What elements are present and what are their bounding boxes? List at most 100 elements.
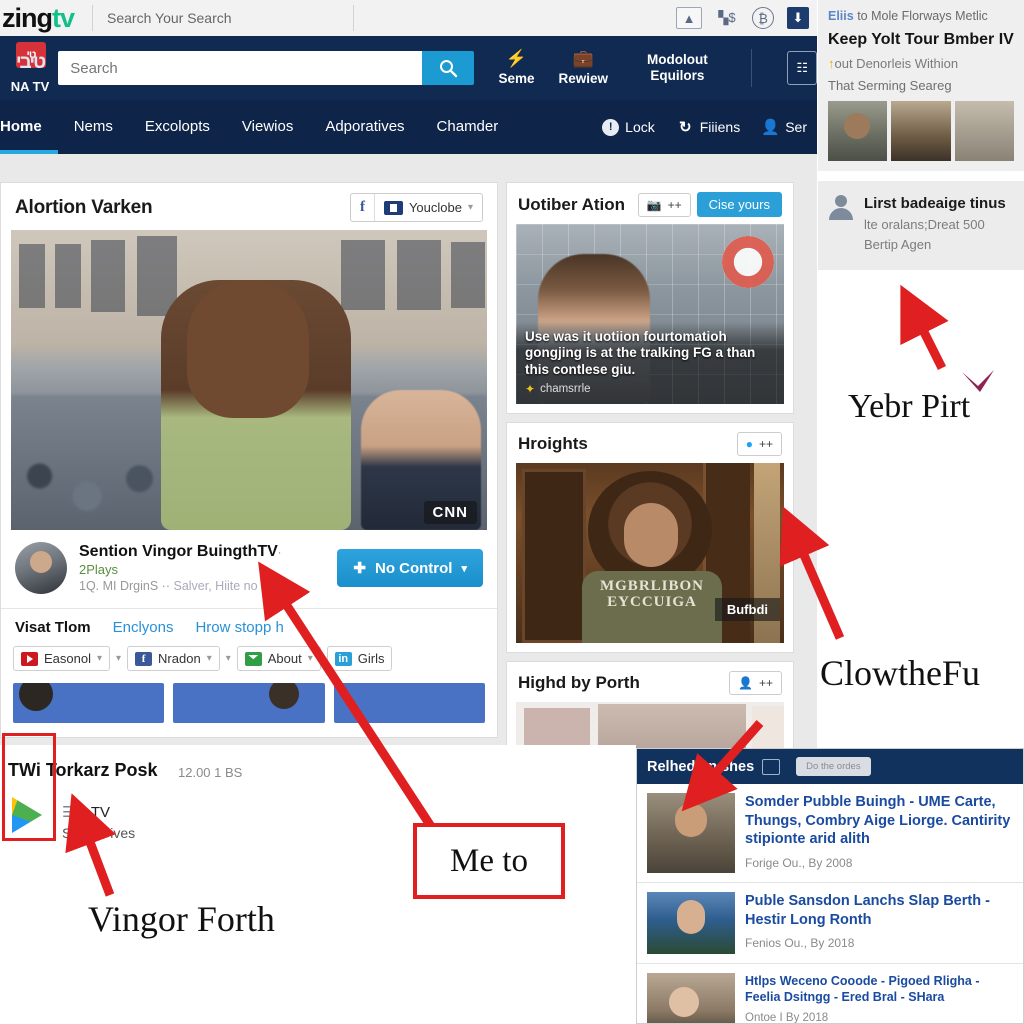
card-uotiber-ation: Uotiber Ation 📷 ++ Cise yours Use was it… [506, 182, 794, 414]
tab-hrow-stopp[interactable]: Hrow stopp h [195, 619, 283, 636]
news-title[interactable]: Puble Sansdon Lanchs Slap Berth - Hestir… [745, 892, 1013, 929]
news-item[interactable]: Somder Pubble Buingh - UME Carte, Thungs… [637, 784, 1023, 883]
camera-icon: 📷 [646, 197, 662, 212]
channel-meta-sep: ·· [161, 579, 170, 593]
card-image[interactable]: MGBRLIBON EYCCUIGA Bufbdi [516, 463, 784, 643]
news-panel-title: Relhedion shes [647, 758, 755, 775]
card-title: Hroights [518, 434, 588, 453]
youclobe-button[interactable]: Youclobe ▾ [375, 194, 482, 221]
news-meta: Fenios Ou., By 2018 [745, 936, 855, 951]
shirt-text-1: MGBRLIBON [599, 578, 704, 594]
cta-button[interactable]: Cise yours [696, 192, 782, 217]
nav-right-ser[interactable]: 👤 Ser [761, 119, 807, 136]
channel-name[interactable]: Sention Vingor BuingthTV· [79, 543, 325, 561]
channel-meta-text: 1Q. MI DrginS [79, 579, 159, 593]
header-action-seme[interactable]: ⚡ Seme [498, 49, 534, 86]
camera-share-button[interactable]: 📷 ++ [637, 192, 691, 217]
annotation-label-vingor-forth: Vingor Forth [88, 899, 275, 939]
share-chip-easonol[interactable]: Easonol ▾ [13, 646, 111, 671]
card-header: Highd by Porth 👤 ++ [507, 662, 793, 702]
main-video-card: Alortion Varken f Youclobe ▾ CNN Sention… [0, 182, 498, 738]
related-thumb[interactable] [333, 683, 485, 723]
tab-enclyons[interactable]: Enclyons [113, 619, 174, 636]
rail-account-title: Lirst badeaige tinus [864, 195, 1006, 213]
chart-icon[interactable]: ▚$ [715, 8, 739, 28]
rail-title: Keep Yolt Tour Bmber IV [828, 31, 1014, 48]
subscribe-label: No Control [374, 559, 453, 577]
news-title[interactable]: Somder Pubble Buingh - UME Carte, Thungs… [745, 793, 1013, 849]
nav-right-group: ! Lock ↻ Fiiiens 👤 Ser [602, 118, 817, 136]
news-panel-pill[interactable]: Do the ordes [796, 757, 871, 776]
avatar[interactable] [15, 542, 67, 594]
header-action-rewiew[interactable]: 💼 Rewiew [559, 49, 609, 86]
google-play-icon[interactable] [12, 797, 42, 833]
screenshot-root: zingtv Search Your Search ▲ ▚$ ₿ ⬇ טי טי… [0, 0, 1024, 1024]
rail-thumb-row [828, 101, 1014, 162]
share-chip-girls[interactable]: in Girls [326, 646, 393, 671]
chevron-down-icon[interactable]: ▾ [226, 653, 231, 664]
nav-right-lock[interactable]: ! Lock [602, 118, 655, 136]
related-thumb[interactable] [173, 683, 325, 723]
tab-visat-tlom[interactable]: Visat Tlom [15, 619, 91, 636]
card-image[interactable]: Use was it uotiion fourtomatioh gongjing… [516, 224, 784, 404]
bitcoin-icon[interactable]: ₿ [752, 7, 774, 29]
app-store-row: TWi Torkarz Posk 12.00 1 BS ☰▶ TV S Mle … [0, 745, 636, 855]
hero-window [91, 240, 125, 312]
star-icon: ✦ [525, 382, 536, 396]
rail-sub2: That Serming Seareg [828, 78, 952, 94]
app-line2: S Mle Fives [62, 825, 136, 841]
search-icon [440, 60, 458, 78]
user-share-button[interactable]: 👤 ++ [729, 671, 782, 695]
header-action-modolout[interactable]: Modolout Equilors [632, 52, 723, 83]
news-meta: Forige Ou., By 2008 [745, 855, 853, 870]
news-item[interactable]: Htlps Weceno Cooode - Pigoed Rligha - Fe… [637, 964, 1023, 1023]
header-divider [750, 49, 752, 87]
app-title-prefix: TWi [8, 760, 41, 780]
site-brand-logo[interactable]: zingtv [0, 4, 75, 32]
grid-icon[interactable]: ☷ [787, 51, 817, 85]
nav-item-viewios[interactable]: Viewios [226, 100, 309, 154]
chevron-down-icon[interactable]: ▾ [116, 653, 121, 664]
site-header: טי טיבי NA TV ⚡ Seme 💼 Rewiew M [0, 36, 817, 100]
channel-meta-links[interactable]: Salver, Hiite [173, 579, 240, 593]
app-line1-prefix: ☰▶ [62, 804, 87, 821]
chevron-down-icon: ▾ [461, 562, 467, 575]
share-chip-about[interactable]: About ▾ [236, 646, 321, 671]
facebook-share-button[interactable]: f [351, 194, 375, 221]
nav-item-home[interactable]: Home [0, 100, 58, 154]
channel-logo[interactable]: טי טיבי NA TV [2, 42, 52, 94]
facebook-icon: f [359, 199, 365, 215]
download-icon[interactable]: ⬇ [787, 7, 809, 29]
twitter-share-button[interactable]: ● ++ [736, 432, 782, 456]
related-thumb[interactable] [13, 683, 165, 723]
page-title: Alortion Varken [15, 196, 153, 218]
news-title[interactable]: Htlps Weceno Cooode - Pigoed Rligha - Fe… [745, 973, 1013, 1005]
mini-label: ++ [667, 197, 682, 212]
rail-thumb[interactable] [828, 101, 888, 162]
share-chip-label: About [267, 651, 302, 666]
nav-item-nems[interactable]: Nems [58, 100, 129, 154]
nav-item-chamder[interactable]: Chamder [421, 100, 515, 154]
search-button[interactable] [422, 51, 475, 85]
bag-icon: 💼 [572, 49, 594, 69]
app-line1-text: TV [90, 804, 111, 821]
card-subject-shirt: MGBRLIBON EYCCUIGA [582, 571, 722, 643]
rail-kicker: Eliis to Mole Florways Metlic [828, 9, 1014, 23]
image-caption: Use was it uotiion fourtomatioh gongjing… [516, 321, 784, 404]
linkedin-icon: in [334, 651, 352, 666]
nav-right-filiens[interactable]: ↻ Fiiiens [677, 119, 740, 136]
rail-thumb[interactable] [954, 101, 1014, 162]
subscribe-button[interactable]: ✚ No Control ▾ [337, 549, 483, 587]
browser-search-hint[interactable]: Search Your Search [92, 5, 355, 31]
hero-video-image[interactable]: CNN [11, 230, 487, 530]
image-icon[interactable]: ▲ [676, 7, 702, 29]
rail-thumb[interactable] [891, 101, 951, 162]
share-chip-nradon[interactable]: f Nradon ▾ [127, 646, 220, 671]
channel-meta: 1Q. MI DrginS ·· Salver, Hiite no [79, 579, 325, 593]
news-item[interactable]: Puble Sansdon Lanchs Slap Berth - Hestir… [637, 883, 1023, 964]
rail-kicker-link[interactable]: Eliis [828, 9, 854, 23]
card-image[interactable]: SIT [516, 702, 784, 748]
search-input[interactable] [58, 51, 423, 85]
nav-item-excolopts[interactable]: Excolopts [129, 100, 226, 154]
nav-item-adporatives[interactable]: Adporatives [309, 100, 420, 154]
